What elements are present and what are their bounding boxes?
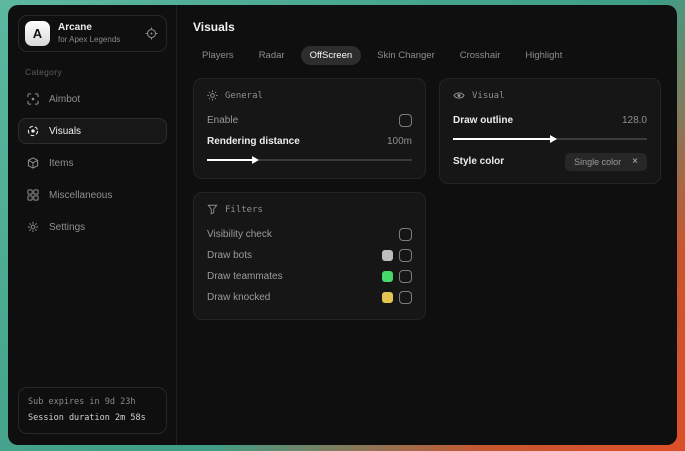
draw-outline-value: 128.0 [621,115,647,126]
right-column: Visual Draw outline 128.0 Style color Si… [439,78,661,184]
subscription-status: Sub expires in 9d 23h Session duration 2… [18,387,167,434]
sidebar-item-label: Miscellaneous [49,189,113,201]
clear-selection-icon[interactable]: × [632,156,638,167]
slider-fill [453,135,557,143]
enable-row: Enable [207,110,412,131]
style-color-selected-value: Single color [574,156,622,167]
category-label: Category [25,67,62,77]
app-subtitle: for Apex Legends [58,34,121,44]
app-title-block: Arcane for Apex Legends [58,22,120,45]
sidebar: A Arcane for Apex Legends Category Aimbo… [8,5,177,445]
gear-icon [27,221,39,233]
sidebar-item-visuals[interactable]: Visuals [18,118,167,144]
visual-card-title: Visual [472,90,505,101]
eye-scan-icon [27,125,39,137]
filters-card-title: Filters [225,204,263,215]
rendering-distance-slider[interactable] [207,155,412,164]
draw-teammates-checkbox[interactable] [399,270,412,283]
sidebar-item-settings[interactable]: Settings [18,214,167,240]
rendering-distance-value: 100m [386,136,412,147]
sidebar-item-label: Aimbot [49,93,81,105]
slider-fill [207,156,260,164]
cube-icon [27,157,39,169]
tab-crosshair[interactable]: Crosshair [451,46,510,65]
rendering-distance-label: Rendering distance [207,136,300,147]
tab-radar[interactable]: Radar [250,46,294,65]
draw-knocked-row: Draw knocked [207,287,412,308]
draw-bots-color-swatch[interactable] [382,250,393,261]
app-window: A Arcane for Apex Legends Category Aimbo… [8,5,677,445]
sub-expires-text: Sub expires in 9d 23h [28,397,136,408]
draw-outline-slider[interactable] [453,134,647,143]
slider-thumb[interactable] [550,135,557,143]
app-name: Arcane [58,22,92,34]
scope-icon[interactable] [145,27,158,40]
style-color-select[interactable]: Single color × [565,152,647,171]
tab-players[interactable]: Players [193,46,243,65]
rendering-distance-row: Rendering distance 100m [207,131,412,152]
draw-knocked-label: Draw knocked [207,292,271,303]
visual-card: Visual Draw outline 128.0 Style color Si… [439,78,661,184]
sidebar-item-aimbot[interactable]: Aimbot [18,86,167,112]
filters-card-header: Filters [207,204,412,215]
visual-card-header: Visual [453,90,647,101]
draw-teammates-row: Draw teammates [207,266,412,287]
tab-skin-changer[interactable]: Skin Changer [368,46,444,65]
content-area: General Enable Rendering distance 100m F… [193,78,661,320]
filters-card: Filters Visibility check Draw bots Draw … [193,192,426,320]
visibility-check-label: Visibility check [207,229,272,240]
main-panel: Visuals Players Radar OffScreen Skin Cha… [177,5,677,445]
tab-bar: Players Radar OffScreen Skin Changer Cro… [193,46,661,65]
sidebar-item-label: Visuals [49,125,82,137]
draw-knocked-checkbox[interactable] [399,291,412,304]
sidebar-item-label: Settings [49,221,86,233]
visibility-check-checkbox[interactable] [399,228,412,241]
slider-thumb[interactable] [252,156,260,164]
funnel-icon [207,204,218,215]
draw-outline-label: Draw outline [453,115,514,126]
style-color-label: Style color [453,156,505,167]
general-card-header: General [207,90,412,101]
draw-teammates-color-swatch[interactable] [382,271,393,282]
app-header: A Arcane for Apex Legends [18,15,167,52]
tab-highlight[interactable]: Highlight [516,46,571,65]
draw-bots-row: Draw bots [207,245,412,266]
draw-bots-label: Draw bots [207,250,253,261]
general-card-title: General [225,90,263,101]
crosshair-scan-icon [27,93,39,105]
draw-bots-checkbox[interactable] [399,249,412,262]
page-title: Visuals [193,20,235,34]
draw-outline-row: Draw outline 128.0 [453,110,647,131]
app-logo: A [25,21,50,46]
session-duration-text: Session duration 2m 58s [28,412,146,423]
draw-knocked-color-swatch[interactable] [382,292,393,303]
style-color-row: Style color Single color × [453,151,647,172]
visibility-check-row: Visibility check [207,224,412,245]
enable-checkbox[interactable] [399,114,412,127]
sidebar-item-miscellaneous[interactable]: Miscellaneous [18,182,167,208]
eye-icon [453,90,465,101]
sidebar-item-label: Items [49,157,74,169]
left-column: General Enable Rendering distance 100m F… [193,78,426,320]
sun-icon [207,90,218,101]
tab-offscreen[interactable]: OffScreen [300,46,362,65]
enable-label: Enable [207,115,239,126]
grid-icon [27,189,39,201]
general-card: General Enable Rendering distance 100m [193,78,426,179]
sidebar-item-items[interactable]: Items [18,150,167,176]
draw-teammates-label: Draw teammates [207,271,283,282]
